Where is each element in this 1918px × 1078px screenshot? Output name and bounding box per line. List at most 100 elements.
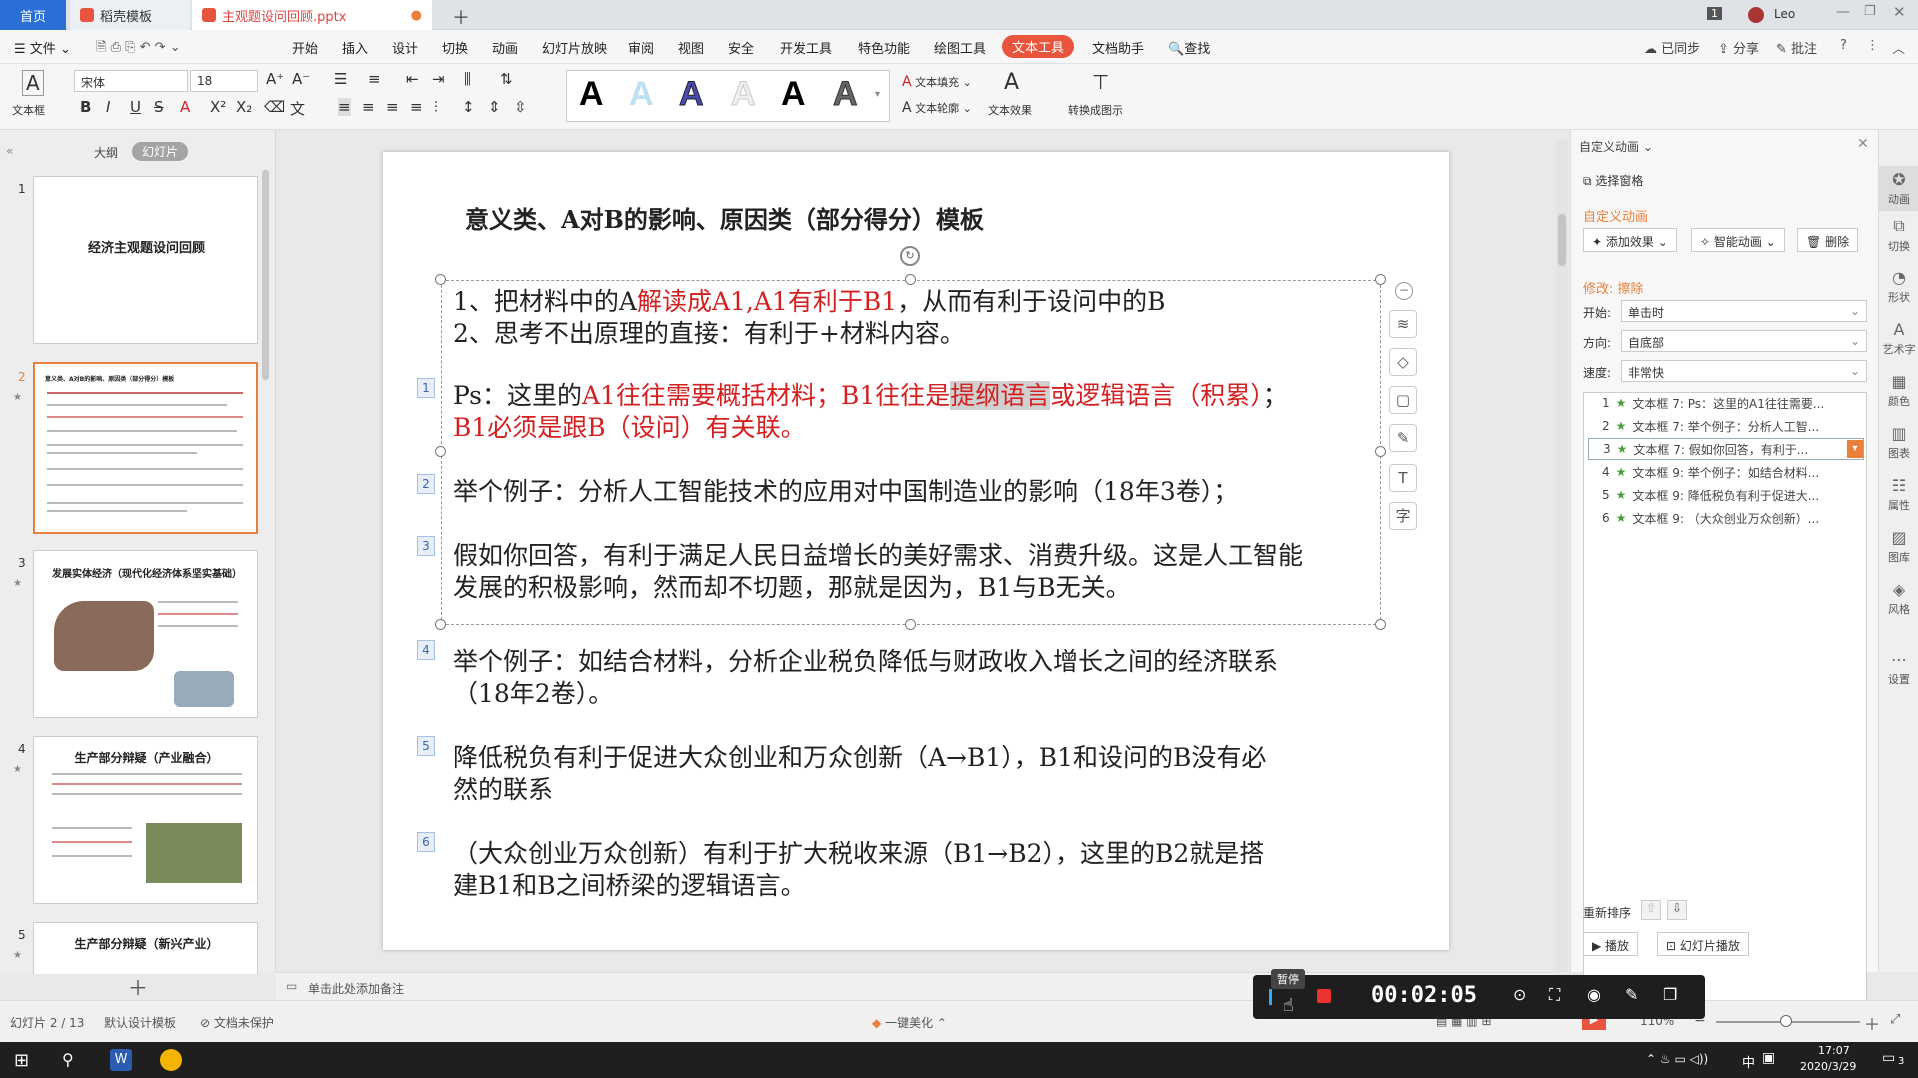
textbox-label[interactable]: 文本框 — [12, 102, 45, 118]
resize-handle[interactable] — [1375, 446, 1386, 457]
ime-indicator[interactable]: 中 — [1742, 1052, 1755, 1071]
side-shape[interactable]: ◔ 形状 — [1879, 268, 1918, 305]
tab-document[interactable]: 主观题设问回顾.pptx ● — [192, 0, 432, 30]
align-left-icon[interactable]: ≡ — [338, 98, 351, 116]
protection-status[interactable]: ⊘ 文档未保护 — [200, 1014, 274, 1031]
subscript-icon[interactable]: X₂ — [236, 98, 252, 116]
textbox-icon[interactable]: A — [22, 70, 44, 96]
pen-icon[interactable]: ✎ — [1389, 424, 1417, 452]
speed-select[interactable]: 非常快 ⌄ — [1621, 360, 1867, 382]
line-spacing-icon[interactable]: ↕ — [462, 98, 475, 116]
taskbar-search-icon[interactable]: ⚲ — [62, 1050, 74, 1069]
text-style-gallery[interactable]: A A A A A A ▾ — [566, 70, 890, 122]
bold-icon[interactable]: B — [80, 98, 91, 116]
menu-review[interactable]: 审阅 — [628, 38, 654, 57]
camera-icon[interactable]: ◉ — [1587, 985, 1601, 1004]
decrease-indent-icon[interactable]: ⇤ — [406, 70, 419, 88]
zoom-in-icon[interactable]: ＋ — [1864, 1011, 1880, 1035]
para-spacing-icon[interactable]: ⇕ — [488, 98, 501, 116]
slide-line-1[interactable]: 1、把材料中的A解读成A1,A1有利于B1，从而有利于设问中的B — [453, 286, 1166, 318]
window-count-badge[interactable]: 1 — [1707, 7, 1722, 20]
side-animation[interactable]: ✪ 动画 — [1879, 166, 1918, 211]
align-center-icon[interactable]: ≡ — [362, 98, 375, 116]
menu-text-tools[interactable]: 文本工具 — [1002, 35, 1075, 58]
clock-time[interactable]: 17:07 — [1818, 1044, 1850, 1057]
animation-item[interactable]: 2 ★ 文本框 7: 举个例子：分析人工智... — [1588, 415, 1864, 437]
numbering-icon[interactable]: ≡ — [368, 70, 381, 88]
convert-diagram-icon[interactable]: ⊤ — [1092, 70, 1109, 94]
help-icon[interactable]: ? — [1840, 38, 1847, 53]
collapse-tools-icon[interactable]: − — [1395, 282, 1413, 300]
collapse-panel-icon[interactable]: « — [6, 144, 13, 158]
notes-placeholder[interactable]: 单击此处添加备注 — [308, 980, 404, 997]
rotate-icon[interactable]: ↻ — [900, 246, 920, 266]
menu-features[interactable]: 特色功能 — [858, 38, 910, 57]
style-light-blue[interactable]: A — [629, 75, 654, 114]
animation-item[interactable]: 5 ★ 文本框 9: 降低税负有利于促进大... — [1588, 484, 1864, 506]
annotate-icon[interactable]: ✎ — [1625, 985, 1638, 1004]
file-menu[interactable]: ☰ 文件 ⌄ — [14, 38, 71, 57]
pause-icon[interactable] — [1269, 989, 1272, 1005]
style-blue-outline[interactable]: A — [679, 75, 705, 114]
slide-ps-line-1[interactable]: Ps：这里的A1往往需要概括材料；B1往往是提纲语言或逻辑语言（积累）； — [453, 380, 1288, 412]
style-white[interactable]: A — [731, 75, 757, 114]
phonetic-icon[interactable]: 文 — [290, 98, 305, 119]
tray-icons[interactable]: ⌃ ♨ ▭ ◁)) — [1646, 1052, 1708, 1066]
fit-window-icon[interactable]: ⤢ — [1890, 1012, 1900, 1027]
slide-point-6-line-2[interactable]: 建B1和B之间桥梁的逻辑语言。 — [453, 870, 806, 902]
font-size-select[interactable]: 18 — [190, 70, 258, 92]
style-black[interactable]: A — [579, 75, 604, 114]
slide-title[interactable]: 意义类、A对B的影响、原因类（部分得分）模板 — [465, 204, 984, 236]
slide-thumb-3[interactable]: 发展实体经济（现代化经济体系坚实基础） — [33, 550, 258, 718]
superscript-icon[interactable]: X² — [210, 98, 226, 116]
side-properties[interactable]: ☷ 属性 — [1879, 476, 1918, 513]
tab-slides[interactable]: 幻灯片 — [132, 142, 189, 161]
sync-status[interactable]: ☁ 已同步 — [1644, 38, 1700, 57]
browser-app-icon[interactable] — [160, 1049, 182, 1071]
clock-date[interactable]: 2020/3/29 — [1800, 1060, 1856, 1073]
animation-item[interactable]: 1 ★ 文本框 7: Ps：这里的A1往往需要... — [1588, 392, 1864, 414]
menu-transition[interactable]: 切换 — [442, 38, 468, 57]
side-style[interactable]: ◈ 风格 — [1879, 580, 1918, 617]
animation-order-badge[interactable]: 1 — [417, 378, 435, 398]
slide-point-5-line-1[interactable]: 降低税负有利于促进大众创业和万众创新（A→B1），B1和设问的B没有必 — [453, 742, 1266, 774]
italic-icon[interactable]: I — [106, 98, 110, 116]
animation-order-badge[interactable]: 5 — [417, 736, 435, 756]
layer-icon[interactable]: ≋ — [1389, 310, 1417, 338]
underline-icon[interactable]: U — [130, 98, 141, 116]
more-icon[interactable]: ⋮ — [1866, 38, 1879, 53]
slide-point-6-line-1[interactable]: （大众创业万众创新）有利于扩大税收来源（B1→B2），这里的B2就是搭 — [453, 838, 1264, 870]
slide-point-5-line-2[interactable]: 然的联系 — [453, 774, 553, 806]
resize-handle[interactable] — [1375, 619, 1386, 630]
close-panel-icon[interactable]: ✕ — [1857, 136, 1869, 152]
canvas-scroll-thumb[interactable] — [1558, 214, 1566, 266]
text-fill-button[interactable]: A 文本填充 ⌄ — [902, 74, 972, 90]
font-name-select[interactable]: 宋体 — [74, 70, 188, 92]
menu-developer[interactable]: 开发工具 — [780, 38, 832, 57]
slide-thumb-1[interactable]: 经济主观题设问回顾 — [33, 176, 258, 344]
strikethrough-icon[interactable]: S — [154, 98, 164, 116]
columns-icon[interactable]: ⫼ — [464, 70, 471, 88]
shrink-font-icon[interactable]: A⁻ — [292, 70, 310, 88]
menu-animation[interactable]: 动画 — [492, 38, 518, 57]
side-wordart[interactable]: A 艺术字 — [1879, 320, 1918, 357]
style-gray[interactable]: A — [833, 75, 859, 114]
collapse-ribbon-icon[interactable]: ︿ — [1892, 38, 1905, 57]
resize-handle[interactable] — [1375, 274, 1386, 285]
tab-outline[interactable]: 大纲 — [94, 144, 118, 161]
font-color-icon[interactable]: A — [180, 98, 190, 116]
font-tool-icon[interactable]: 字 — [1389, 502, 1417, 530]
smart-animation-button[interactable]: ✧ 智能动画 ⌄ — [1691, 228, 1785, 252]
menu-security[interactable]: 安全 — [728, 38, 754, 57]
search-button[interactable]: 🔍查找 — [1168, 38, 1210, 57]
new-tab-icon[interactable]: ＋ — [452, 4, 470, 30]
tab-home[interactable]: 首页 — [0, 0, 66, 30]
text-effect-icon[interactable]: A — [1004, 70, 1019, 95]
menu-slideshow[interactable]: 幻灯片放映 — [542, 38, 607, 57]
stop-icon[interactable] — [1317, 989, 1331, 1003]
move-up-icon[interactable]: ⇧ — [1641, 900, 1661, 920]
slide-thumb-5[interactable]: 生产部分辩疑（新兴产业） — [33, 922, 258, 974]
template-name[interactable]: 默认设计模板 — [104, 1014, 176, 1031]
slide-line-2[interactable]: 2、思考不出原理的直接：有利于+材料内容。 — [453, 318, 965, 350]
resize-handle[interactable] — [905, 274, 916, 285]
